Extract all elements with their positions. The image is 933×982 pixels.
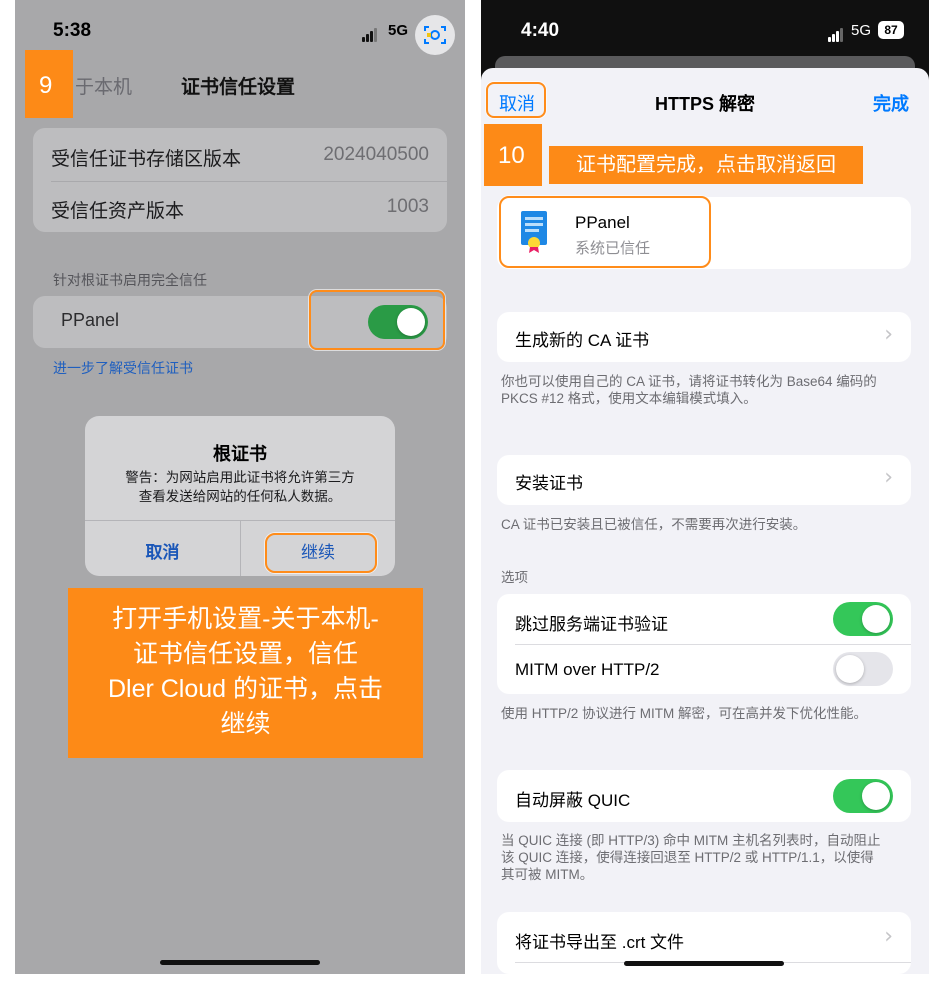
back-button[interactable]: 于本机 <box>75 72 132 99</box>
callout-line: 打开手机设置-关于本机- <box>112 605 379 633</box>
network-label: 5G <box>851 22 872 39</box>
chevron-right-icon: › <box>884 924 893 949</box>
version-card: 受信任证书存储区版本 2024040500 受信任资产版本 1003 <box>33 128 447 232</box>
learn-more-link[interactable]: 进一步了解受信任证书 <box>53 358 193 378</box>
left-phone-screenshot: 5:38 5G 9 于本机 证书信任设置 受信任证书存储区版本 20240405… <box>15 0 465 974</box>
battery-icon: 87 <box>878 21 904 39</box>
callout-line: 证书信任设置，信任 <box>132 640 358 668</box>
alert-message-2: 查看发送给网站的任何私人数据。 <box>138 489 342 504</box>
callout-line: Dler Cloud 的证书，点击 <box>107 675 384 703</box>
https-decrypt-sheet: 取消 HTTPS 解密 完成 10 证书配置完成，点击取消返回 PPanel 系… <box>481 68 929 974</box>
status-time: 5:38 <box>53 20 92 41</box>
highlight-box <box>309 290 445 350</box>
chevron-right-icon: › <box>884 322 893 347</box>
list-item: 受信任资产版本 1003 <box>33 182 447 232</box>
row-label: 受信任资产版本 <box>51 201 185 222</box>
section-header: 选项 <box>501 570 528 585</box>
install-cert-row[interactable]: 安装证书 › <box>497 455 911 505</box>
alert-message-1: 警告：为网站启用此证书将允许第三方 <box>125 470 355 485</box>
instruction-callout: 打开手机设置-关于本机- 证书信任设置，信任 Dler Cloud 的证书，点击… <box>68 588 423 758</box>
callout-line: 继续 <box>220 710 271 738</box>
page-title: 证书信任设置 <box>181 77 296 98</box>
install-cert-footer: CA 证书已安装且已被信任，不需要再次进行安装。 <box>501 517 807 532</box>
alert-cancel-button[interactable]: 取消 <box>85 538 240 563</box>
row-value: 1003 <box>386 196 429 217</box>
row-label: 受信任证书存储区版本 <box>51 149 242 170</box>
status-time: 4:40 <box>521 20 560 41</box>
row-value: 2024040500 <box>323 144 429 165</box>
signal-icon <box>828 24 844 42</box>
highlight-box <box>265 533 377 573</box>
highlight-box <box>499 196 711 268</box>
block-quic-footer: 当 QUIC 连接 (即 HTTP/3) 命中 MITM 主机名列表时，自动阻止… <box>501 833 881 882</box>
cert-name: PPanel <box>61 310 120 330</box>
scan-icon <box>424 26 446 44</box>
mitm-http2-footer: 使用 HTTP/2 协议进行 MITM 解密，可在高并发下优化性能。 <box>501 706 867 721</box>
done-button[interactable]: 完成 <box>873 90 909 116</box>
step-badge: 10 <box>484 124 542 186</box>
step-badge: 9 <box>25 50 73 118</box>
row-label: 安装证书 <box>515 474 583 493</box>
generate-ca-row[interactable]: 生成新的 CA 证书 › <box>497 312 911 362</box>
block-quic-row: 自动屏蔽 QUIC <box>497 770 911 822</box>
block-quic-toggle[interactable] <box>833 779 893 813</box>
signal-icon <box>362 24 378 42</box>
skip-verify-toggle[interactable] <box>833 602 893 636</box>
page-title: HTTPS 解密 <box>654 94 755 114</box>
right-phone-screenshot: 4:40 5G 87 取消 HTTPS 解密 完成 10 证书配置完成，点击取消… <box>481 0 929 974</box>
generate-ca-footer: 你也可以使用自己的 CA 证书，请将证书转化为 Base64 编码的 PKCS … <box>501 374 877 406</box>
home-indicator <box>160 960 320 965</box>
row-label: 生成新的 CA 证书 <box>515 331 650 350</box>
screen-recognition-button[interactable] <box>415 15 455 55</box>
network-label: 5G <box>388 22 409 39</box>
list-item: 受信任证书存储区版本 2024040500 <box>33 130 447 180</box>
divider <box>515 644 911 645</box>
section-header: 针对根证书启用完全信任 <box>53 272 207 288</box>
instruction-callout: 证书配置完成，点击取消返回 <box>549 146 863 184</box>
home-indicator <box>624 961 784 966</box>
row-label: 将证书导出至 .crt 文件 <box>515 933 685 952</box>
options-card: 跳过服务端证书验证 MITM over HTTP/2 <box>497 594 911 694</box>
chevron-right-icon: › <box>884 465 893 490</box>
mitm-http2-toggle[interactable] <box>833 652 893 686</box>
alert-title: 根证书 <box>213 444 267 464</box>
